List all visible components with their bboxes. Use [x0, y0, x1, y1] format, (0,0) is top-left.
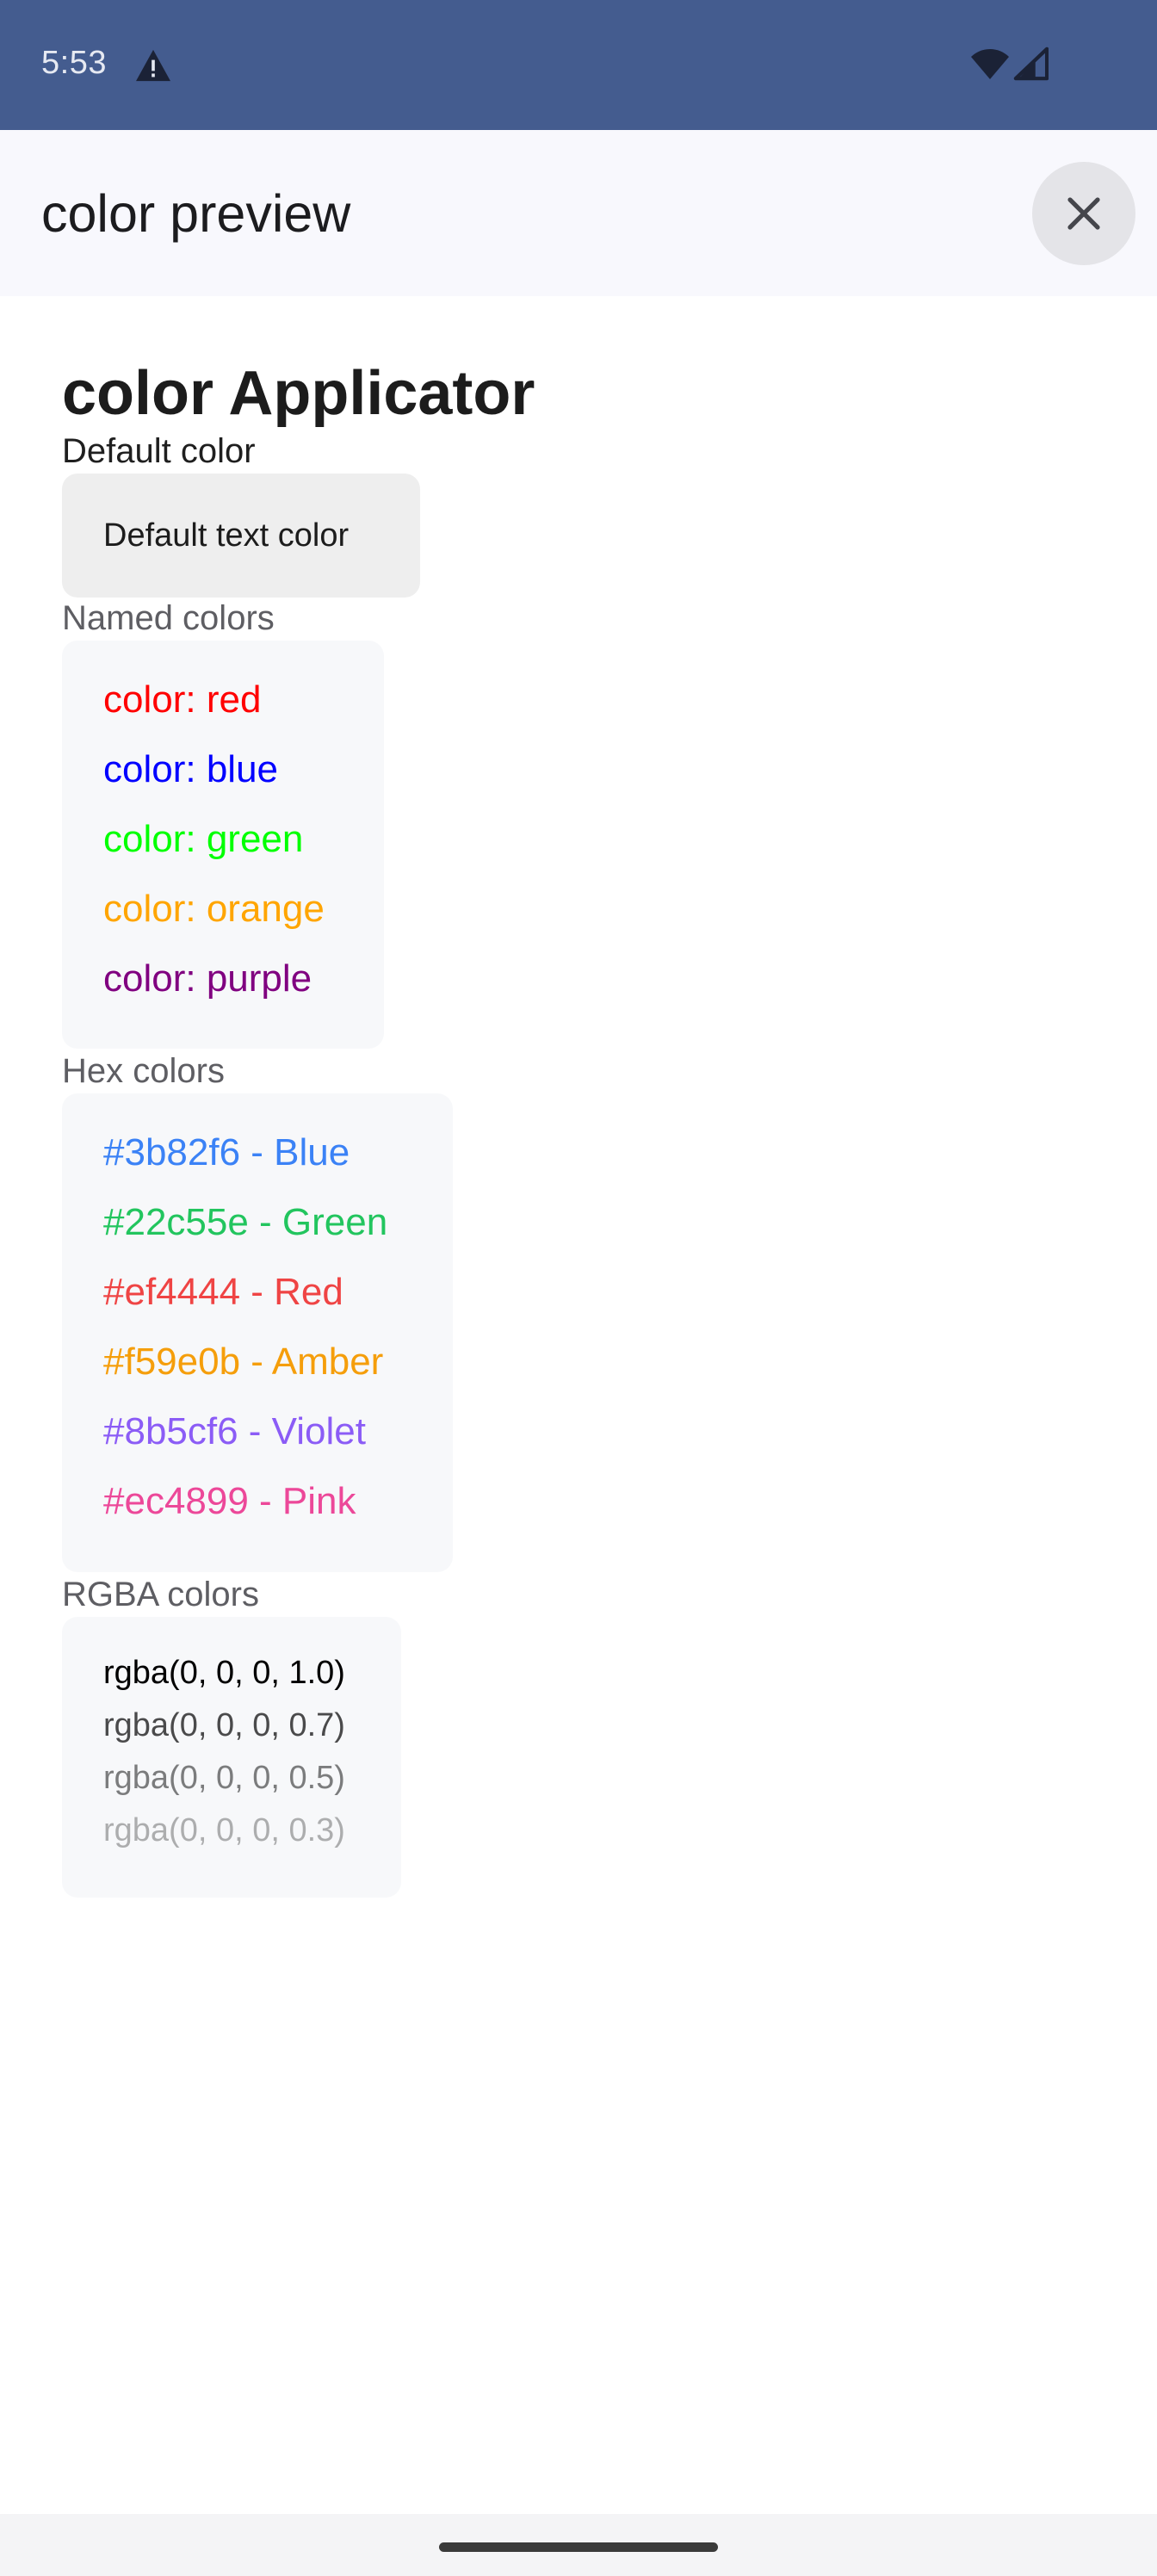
rgba-color-item: rgba(0, 0, 0, 0.7)	[103, 1707, 345, 1743]
named-colors-card: color: red color: blue color: green colo…	[62, 641, 384, 1049]
page-title: color Applicator	[62, 359, 535, 428]
hex-color-item: #ec4899 - Pink	[103, 1480, 356, 1522]
hex-color-item: #ef4444 - Red	[103, 1271, 343, 1313]
named-color-item: color: green	[103, 818, 304, 860]
rgba-color-item: rgba(0, 0, 0, 1.0)	[103, 1655, 345, 1691]
hex-colors-label: Hex colors	[62, 1052, 225, 1090]
header-title: color preview	[41, 184, 351, 243]
hex-color-item: #f59e0b - Amber	[103, 1341, 384, 1383]
hex-color-item: #3b82f6 - Blue	[103, 1131, 350, 1173]
home-indicator[interactable]	[439, 2542, 718, 2552]
cell-signal-icon	[1013, 46, 1049, 81]
status-bar: 5:53	[0, 0, 1157, 130]
hex-color-item: #22c55e - Green	[103, 1201, 388, 1243]
named-color-item: color: orange	[103, 888, 325, 930]
rgba-color-item: rgba(0, 0, 0, 0.3)	[103, 1812, 345, 1848]
rgba-colors-label: RGBA colors	[62, 1576, 259, 1613]
named-color-item: color: blue	[103, 748, 279, 790]
warning-icon	[136, 49, 170, 82]
hex-color-item: #8b5cf6 - Violet	[103, 1410, 366, 1452]
rgba-color-item: rgba(0, 0, 0, 0.5)	[103, 1760, 345, 1796]
hex-colors-card: #3b82f6 - Blue #22c55e - Green #ef4444 -…	[62, 1093, 453, 1572]
default-color-text: Default text color	[103, 517, 350, 554]
default-color-box: Default text color	[62, 474, 420, 598]
rgba-colors-card: rgba(0, 0, 0, 1.0) rgba(0, 0, 0, 0.7) rg…	[62, 1617, 401, 1898]
default-color-label: Default color	[62, 432, 256, 470]
status-time: 5:53	[41, 45, 107, 81]
named-color-item: color: red	[103, 678, 262, 721]
app-header: color preview	[0, 130, 1157, 296]
named-colors-label: Named colors	[62, 599, 275, 637]
wifi-icon	[971, 49, 1009, 79]
close-icon	[1067, 197, 1100, 230]
close-button[interactable]	[1032, 162, 1135, 265]
named-color-item: color: purple	[103, 957, 312, 1000]
screen: 5:53 color preview color Applicator Defa…	[0, 0, 1157, 2576]
